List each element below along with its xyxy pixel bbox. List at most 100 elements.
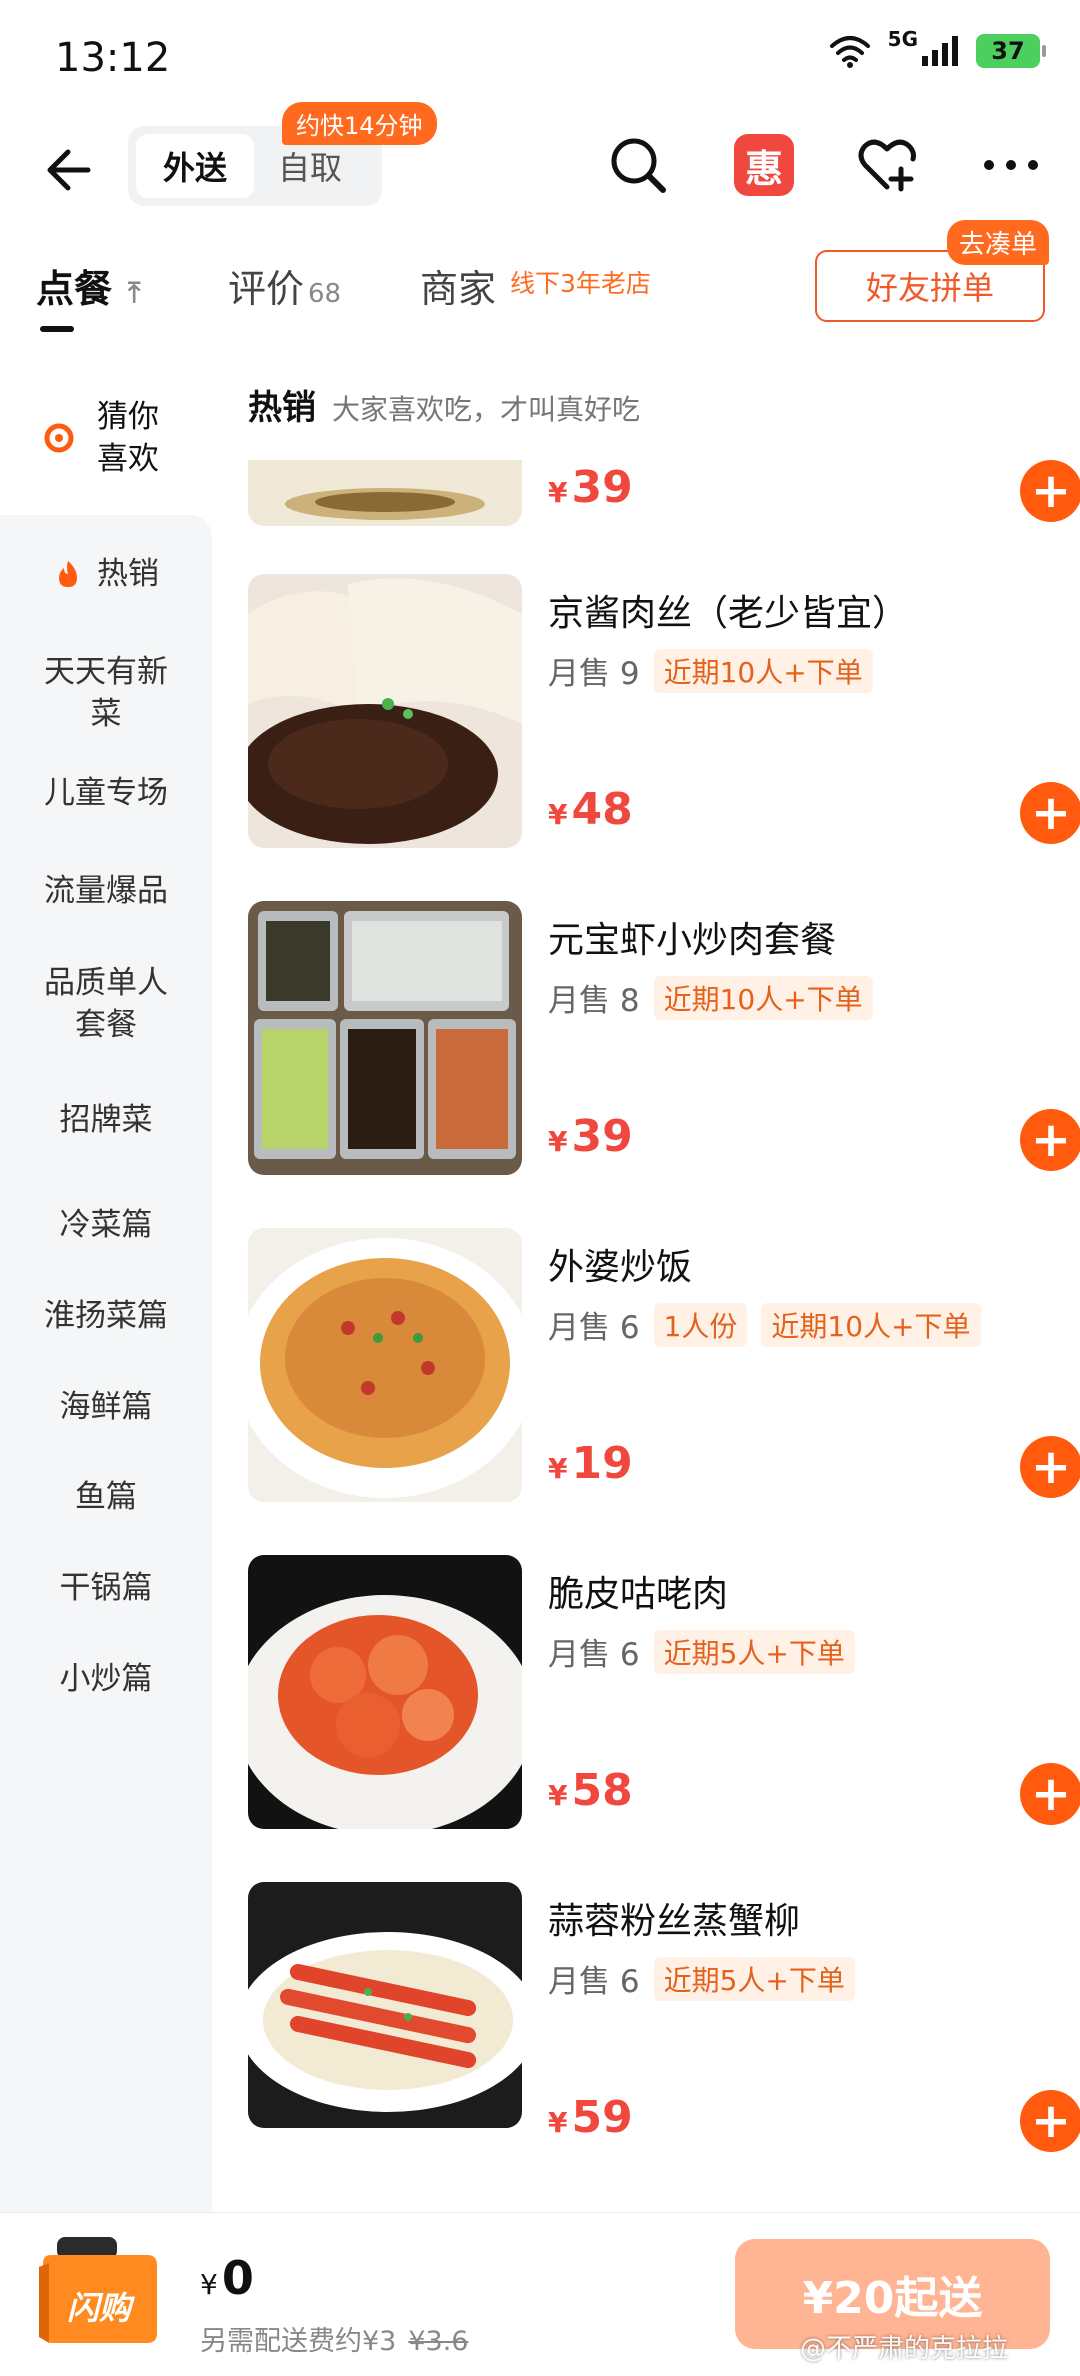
product-meta: 月售 6 近期5人+下单 [548, 1629, 869, 1674]
product-name: 外婆炒饭 [548, 1247, 693, 1288]
sidebar-item-guess-you-like[interactable]: 猜你喜欢 [0, 360, 212, 515]
search-button[interactable] [603, 130, 673, 200]
plus-icon: + [1030, 2093, 1072, 2149]
product-image [248, 1555, 522, 1829]
add-to-cart-button[interactable]: + [1020, 1436, 1080, 1498]
network-type: 5G [887, 27, 918, 51]
group-order-label: 好友拼单 [865, 269, 994, 307]
more-icon [984, 160, 1038, 170]
monthly-sales: 月售 8 [548, 983, 640, 1019]
section-header: 热销 大家喜欢吃，才叫真好吃 [248, 380, 640, 429]
product-tag: 近期10人+下单 [761, 1302, 981, 1347]
mode-delivery-tab[interactable]: 外送 [136, 134, 254, 198]
sort-top-icon[interactable]: ⤒ [128, 276, 140, 310]
add-to-cart-button[interactable]: + [1020, 1763, 1080, 1825]
product-tag: 近期10人+下单 [653, 648, 873, 693]
sidebar-item-label: 冷菜篇 [59, 1207, 153, 1243]
sidebar-item-hot[interactable]: 热销 [0, 515, 212, 633]
sidebar-item-label: 天天有新菜 [44, 654, 168, 732]
add-to-cart-button[interactable]: + [1020, 2090, 1080, 2152]
product-tag: 近期5人+下单 [653, 1956, 855, 2001]
product-list: ¥39 + 京酱肉丝（老少皆宜） 月售 9 近期10人+下单 ¥48 + 元宝虾… [212, 460, 1080, 2160]
add-to-cart-button[interactable]: + [1020, 460, 1080, 522]
store-tabs: 点餐 ⤒ 评价 68 商家 线下3年老店 好友拼单 去凑单 [0, 220, 1080, 350]
eye-icon [44, 423, 74, 452]
promo-button[interactable]: 惠 [734, 134, 794, 196]
product-tag: 近期10人+下单 [653, 975, 873, 1020]
sidebar-item-signature[interactable]: 招牌菜 [0, 1059, 212, 1181]
wifi-icon [829, 36, 870, 68]
plus-icon: + [1030, 463, 1072, 519]
product-price: ¥39 [548, 1111, 633, 1162]
add-to-cart-button[interactable]: + [1020, 782, 1080, 844]
sidebar-item-popular[interactable]: 流量爆品 [0, 833, 212, 949]
product-name: 蒜蓉粉丝蒸蟹柳 [548, 1901, 801, 1942]
plus-icon: + [1030, 1112, 1072, 1168]
tab-reviews[interactable]: 评价 68 [228, 258, 341, 313]
product-image [248, 901, 522, 1175]
delivery-fee: 另需配送费约¥3 ¥3.6 [200, 2319, 468, 2358]
product-tag: 1人份 [653, 1302, 748, 1347]
flash-buy-label: 闪购 [67, 2289, 132, 2327]
promo-icon: 惠 [744, 146, 783, 191]
watermark: @不严肃的克拉拉 [800, 2334, 1009, 2364]
more-button[interactable] [976, 130, 1046, 200]
status-icons: 5G 37 [828, 27, 1046, 68]
product-meta: 月售 8 近期10人+下单 [548, 975, 887, 1020]
plus-icon: + [1030, 1439, 1072, 1495]
sidebar-item-label: 热销 [97, 556, 159, 592]
product-price: ¥39 [548, 462, 633, 513]
sidebar-item-dry-pot[interactable]: 干锅篇 [0, 1543, 212, 1633]
monthly-sales: 月售 6 [548, 1310, 640, 1346]
top-nav: 外送 自取 约快14分钟 惠 [0, 102, 1080, 230]
delivery-fee-original: ¥3.6 [408, 2326, 469, 2357]
sidebar-item-cold-dishes[interactable]: 冷菜篇 [0, 1181, 212, 1269]
monthly-sales: 月售 6 [548, 1964, 640, 2000]
sidebar-item-huaiyang[interactable]: 淮扬菜篇 [0, 1269, 212, 1363]
monthly-sales: 月售 9 [548, 656, 640, 692]
group-order-badge: 去凑单 [946, 220, 1049, 265]
status-bar: 13:12 5G 37 [0, 0, 1080, 110]
sidebar-item-label: 流量爆品 [44, 873, 168, 909]
eta-badge: 约快14分钟 [282, 102, 437, 145]
sidebar-item-label: 招牌菜 [59, 1102, 153, 1138]
product-name: 京酱肉丝（老少皆宜） [548, 593, 909, 634]
product-price: ¥59 [548, 2092, 633, 2143]
favorite-button[interactable] [852, 130, 922, 200]
tab-merchant[interactable]: 商家 线下3年老店 [420, 258, 651, 313]
cart-total: ¥0 [200, 2251, 254, 2305]
product-image [248, 1882, 522, 2128]
sidebar-item-seafood[interactable]: 海鲜篇 [0, 1363, 212, 1451]
flame-icon [59, 561, 77, 587]
tab-active-indicator [40, 326, 74, 332]
product-image [248, 460, 522, 526]
product-meta: 月售 6 近期5人+下单 [548, 1956, 869, 2001]
search-icon [611, 138, 666, 193]
tab-order[interactable]: 点餐 ⤒ [36, 258, 140, 313]
sidebar-item-label: 干锅篇 [59, 1570, 153, 1606]
sidebar-item-new-dishes[interactable]: 天天有新菜 [0, 633, 212, 753]
tab-merchant-label: 商家 [420, 267, 497, 311]
monthly-sales: 月售 6 [548, 1637, 640, 1673]
category-sidebar: 猜你喜欢 热销 天天有新菜 儿童专场 流量爆品 品质单人套餐 招牌菜 冷菜篇 淮… [0, 360, 212, 2212]
sidebar-item-single-sets[interactable]: 品质单人套餐 [0, 949, 212, 1059]
product-image [248, 1228, 522, 1502]
add-to-cart-button[interactable]: + [1020, 1109, 1080, 1171]
sidebar-item-stir-fry[interactable]: 小炒篇 [0, 1633, 212, 1725]
tab-reviews-label: 评价 [228, 267, 305, 311]
cart-button[interactable]: 闪购 [35, 2233, 165, 2348]
product-tag: 近期5人+下单 [653, 1629, 855, 1674]
back-arrow-icon[interactable] [40, 140, 100, 200]
group-order-button[interactable]: 好友拼单 去凑单 [815, 220, 1049, 322]
sidebar-item-label: 小炒篇 [59, 1661, 153, 1697]
sidebar-item-label: 猜你喜欢 [97, 398, 159, 477]
battery-level: 37 [991, 37, 1025, 65]
product-price: ¥19 [548, 1438, 633, 1489]
sidebar-item-label: 海鲜篇 [59, 1389, 153, 1425]
sidebar-item-kids[interactable]: 儿童专场 [0, 753, 212, 833]
sidebar-item-label: 儿童专场 [44, 775, 168, 811]
sidebar-item-label: 鱼篇 [75, 1479, 137, 1515]
delivery-fee-text: 另需配送费约¥3 [200, 2326, 397, 2357]
sidebar-item-fish[interactable]: 鱼篇 [0, 1451, 212, 1543]
product-name: 元宝虾小炒肉套餐 [548, 920, 837, 961]
